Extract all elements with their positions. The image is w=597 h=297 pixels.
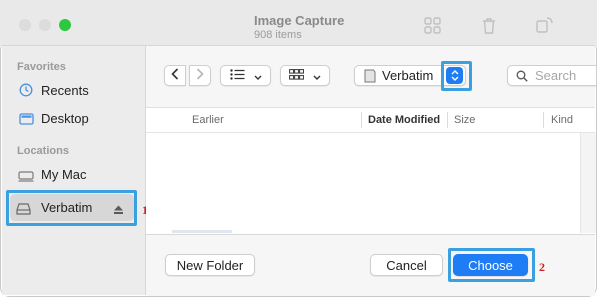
- sidebar-item-desktop[interactable]: Desktop: [10, 108, 138, 130]
- sidebar-item-label: Recents: [41, 83, 89, 98]
- grid-icon: [289, 68, 305, 83]
- minimize-window-icon[interactable]: [39, 19, 51, 31]
- clock-icon: [19, 83, 33, 102]
- locations-heading: Locations: [17, 145, 69, 157]
- computer-icon: [18, 169, 34, 187]
- column-divider: [447, 112, 448, 128]
- chevron-down-icon: [313, 68, 321, 83]
- column-divider: [361, 112, 362, 128]
- scrollbar[interactable]: [580, 133, 596, 233]
- chevron-right-icon: [196, 68, 204, 83]
- rotate-icon: [534, 16, 554, 39]
- trash-icon: [480, 17, 498, 40]
- background-window-title: Image Capture: [254, 13, 345, 28]
- cancel-button[interactable]: Cancel: [370, 254, 443, 276]
- chevron-down-icon: [254, 68, 262, 83]
- background-window-subtitle: 908 items: [254, 29, 302, 41]
- annotation-box-1: [6, 190, 137, 226]
- sidebar-item-recents[interactable]: Recents: [10, 80, 138, 102]
- search-icon: [516, 70, 528, 85]
- sidebar-item-my-mac[interactable]: My Mac: [10, 164, 138, 186]
- column-header-kind[interactable]: Kind: [551, 114, 573, 126]
- column-header-date-modified[interactable]: Date Modified: [368, 114, 440, 126]
- annotation-box-2: [448, 248, 535, 282]
- favorites-heading: Favorites: [17, 61, 66, 73]
- location-label: Verbatim: [382, 68, 434, 83]
- icon-view-button[interactable]: [280, 65, 330, 86]
- column-header-name[interactable]: Earlier: [192, 114, 224, 126]
- chevron-left-icon: [171, 68, 179, 83]
- zoom-window-icon[interactable]: [59, 19, 71, 31]
- column-divider: [543, 112, 544, 128]
- forward-button[interactable]: [189, 65, 211, 86]
- grid-view-icon: [424, 17, 442, 40]
- new-folder-button[interactable]: New Folder: [165, 254, 255, 276]
- back-button[interactable]: [164, 65, 186, 86]
- search-input[interactable]: Search: [507, 65, 597, 86]
- list-icon: [229, 68, 245, 83]
- desktop-icon: [19, 112, 34, 130]
- sidebar-item-label: My Mac: [41, 167, 87, 182]
- partial-row: [172, 230, 232, 233]
- file-list[interactable]: [146, 133, 579, 233]
- close-window-icon[interactable]: [19, 19, 31, 31]
- annotation-box-location: [441, 61, 472, 91]
- search-placeholder: Search: [535, 68, 577, 83]
- annotation-label-2: 2: [539, 260, 545, 274]
- sidebar-item-label: Desktop: [41, 111, 89, 126]
- column-header-size[interactable]: Size: [454, 114, 475, 126]
- external-drive-icon: [363, 69, 377, 86]
- list-view-button[interactable]: [220, 65, 271, 86]
